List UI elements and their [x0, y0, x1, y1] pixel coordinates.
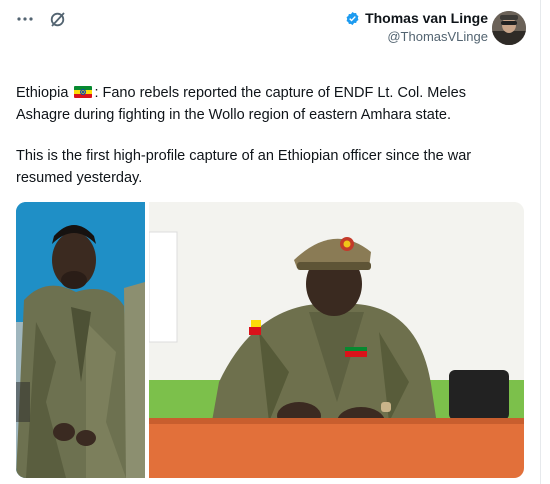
tweet-text: Ethiopia : Fano rebels reported the capt… [16, 82, 516, 208]
tweet-paragraph-2: This is the first high-profile capture o… [16, 148, 472, 186]
photo-captured-officer-right[interactable] [149, 202, 524, 478]
country-text: Ethiopia [16, 85, 69, 101]
grok-icon[interactable] [48, 10, 66, 28]
author-name[interactable]: Thomas van Linge [365, 10, 488, 26]
photo-captured-officer-left[interactable] [16, 202, 145, 478]
avatar[interactable] [492, 11, 526, 45]
ethiopia-flag-icon [74, 86, 93, 98]
more-options-icon[interactable] [16, 10, 34, 28]
author-block[interactable]: Thomas van Linge @ThomasVLinge [345, 10, 488, 44]
verified-badge-icon [345, 11, 360, 26]
tweet-media[interactable] [16, 202, 524, 478]
tweet-card: Thomas van Linge @ThomasVLinge Ethiopia … [0, 0, 541, 484]
tweet-paragraph-1: Ethiopia : Fano rebels reported the capt… [16, 82, 516, 126]
top-actions [16, 10, 66, 28]
author-handle[interactable]: @ThomasVLinge [345, 29, 488, 44]
